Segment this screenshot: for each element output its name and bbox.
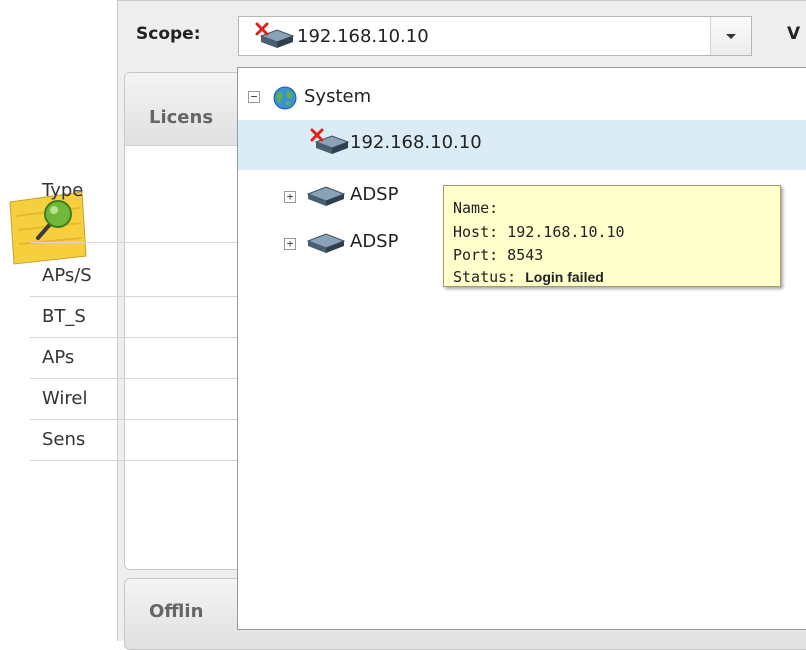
view-label-partial: V bbox=[787, 24, 801, 44]
scope-selected-value: 192.168.10.10 bbox=[297, 26, 429, 47]
scope-dropdown-button[interactable] bbox=[710, 17, 751, 55]
expand-toggle[interactable]: + bbox=[284, 191, 296, 203]
license-row: BT_S bbox=[42, 306, 86, 327]
license-row: Wirel bbox=[42, 388, 88, 409]
chevron-down-icon bbox=[726, 34, 736, 39]
license-title: Licens bbox=[149, 107, 214, 128]
license-row: APs/S bbox=[42, 265, 92, 286]
scope-select[interactable]: 192.168.10.10 bbox=[238, 16, 752, 56]
tooltip-status-prefix: Status: bbox=[453, 268, 526, 286]
collapse-toggle[interactable]: − bbox=[248, 91, 260, 103]
globe-icon bbox=[273, 86, 297, 110]
offline-title: Offlin bbox=[149, 601, 204, 622]
network-device-error-icon bbox=[255, 22, 295, 48]
expand-toggle[interactable]: + bbox=[284, 238, 296, 250]
network-device-error-icon bbox=[310, 128, 350, 154]
license-row: APs bbox=[42, 347, 75, 368]
tooltip-status-value: Login failed bbox=[525, 269, 604, 285]
tree-node-device-label: 192.168.10.10 bbox=[350, 132, 482, 153]
device-tooltip: Name: Host: 192.168.10.10 Port: 8543 Sta… bbox=[443, 185, 781, 287]
tooltip-host: Host: 192.168.10.10 bbox=[453, 223, 625, 241]
type-column-header: Type bbox=[42, 180, 84, 201]
tooltip-name: Name: bbox=[453, 199, 499, 217]
tree-node-system[interactable]: System bbox=[304, 86, 371, 107]
scope-label: Scope: bbox=[136, 24, 201, 44]
tree-node-adsp[interactable]: ADSP bbox=[350, 231, 398, 252]
network-device-icon bbox=[306, 186, 346, 206]
license-row: Sens bbox=[42, 429, 86, 450]
network-device-icon bbox=[306, 233, 346, 253]
tooltip-port: Port: 8543 bbox=[453, 246, 544, 264]
tree-node-adsp[interactable]: ADSP bbox=[350, 184, 398, 205]
tooltip-status: Status: Login failed bbox=[453, 268, 604, 286]
